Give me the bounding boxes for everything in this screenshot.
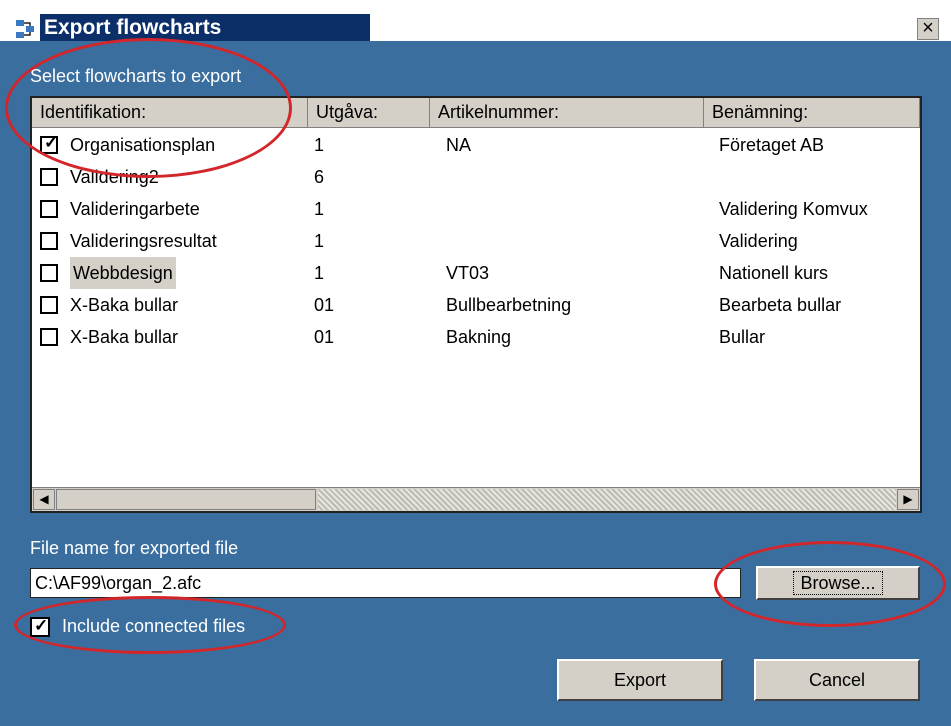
row-checkbox[interactable] — [40, 296, 58, 314]
cell-benamning: Validering Komvux — [719, 199, 868, 219]
scroll-right-icon[interactable]: ▶ — [897, 489, 919, 510]
row-checkbox[interactable] — [40, 264, 58, 282]
cell-identifikation: Webbdesign — [70, 257, 176, 289]
cell-benamning: Företaget AB — [719, 135, 825, 155]
cell-benamning: Bullar — [719, 327, 766, 347]
include-connected-checkbox[interactable]: ✓ — [30, 616, 50, 637]
export-dialog: Export flowcharts × Select flowcharts to… — [0, 0, 951, 726]
horizontal-scrollbar[interactable]: ◀ ▶ — [32, 487, 920, 511]
flowchart-list[interactable]: Identifikation: Utgåva: Artikelnummer: B… — [30, 96, 922, 513]
cell-identifikation: Organisationsplan — [70, 135, 216, 155]
browse-button[interactable]: Browse... — [756, 566, 920, 600]
cell-benamning: Nationell kurs — [719, 263, 829, 283]
title-bar: Export flowcharts × — [0, 0, 951, 41]
row-checkbox[interactable]: ✓ — [40, 133, 58, 154]
include-connected-label[interactable]: Include connected files — [62, 616, 245, 637]
cancel-button[interactable]: Cancel — [754, 659, 920, 701]
cell-benamning: Bearbeta bullar — [719, 295, 842, 315]
browse-label: Browse... — [793, 571, 883, 595]
cell-identifikation: Valideringarbete — [70, 199, 200, 219]
cell-utgava: 1 — [314, 231, 325, 251]
column-header-benamning[interactable]: Benämning: — [704, 98, 920, 128]
cell-utgava: 01 — [314, 295, 335, 315]
checkmark-icon: ✓ — [44, 133, 59, 152]
list-item[interactable]: Validering2 6 — [32, 161, 920, 193]
list-item[interactable]: Valideringsresultat 1 Validering — [32, 225, 920, 257]
cell-artikelnummer: VT03 — [446, 263, 490, 283]
cell-artikelnummer: Bullbearbetning — [446, 295, 572, 315]
cell-artikelnummer: Bakning — [446, 327, 512, 347]
column-header-artikelnummer[interactable]: Artikelnummer: — [430, 98, 704, 128]
cell-benamning: Validering — [719, 231, 798, 251]
row-checkbox[interactable] — [40, 168, 58, 186]
cell-utgava: 01 — [314, 327, 335, 347]
export-button[interactable]: Export — [557, 659, 723, 701]
window-title: Export flowcharts — [40, 14, 370, 41]
list-section-label: Select flowcharts to export — [30, 66, 242, 86]
list-item[interactable]: Webbdesign 1 VT03 Nationell kurs — [32, 257, 920, 289]
cell-identifikation: Valideringsresultat — [70, 231, 217, 251]
checkmark-icon: ✓ — [34, 616, 49, 635]
cell-utgava: 1 — [314, 199, 325, 219]
file-section-label: File name for exported file — [30, 538, 239, 558]
list-item[interactable]: X-Baka bullar 01 Bullbearbetning Bearbeta b… — [32, 289, 920, 321]
cell-utgava: 1 — [314, 263, 325, 283]
cell-artikelnummer: NA — [446, 135, 472, 155]
file-name-input[interactable] — [30, 568, 741, 598]
list-item[interactable]: ✓ Organisationsplan 1 NA Företaget AB — [32, 129, 920, 161]
cell-identifikation: Validering2 — [70, 167, 159, 187]
row-checkbox[interactable] — [40, 232, 58, 250]
cell-utgava: 1 — [314, 135, 325, 155]
list-item[interactable]: Valideringarbete 1 Validering Komvux — [32, 193, 920, 225]
list-item[interactable]: X-Baka bullar 01 Bakning Bullar — [32, 321, 920, 353]
cell-utgava: 6 — [314, 167, 325, 187]
scroll-track[interactable] — [318, 489, 896, 510]
scroll-thumb[interactable] — [56, 489, 316, 510]
cell-identifikation: X-Baka bullar — [70, 295, 179, 315]
column-header-utgava[interactable]: Utgåva: — [308, 98, 430, 128]
column-header-identifikation[interactable]: Identifikation: — [32, 98, 308, 128]
row-checkbox[interactable] — [40, 200, 58, 218]
cell-identifikation: X-Baka bullar — [70, 327, 179, 347]
close-icon[interactable]: × — [917, 18, 939, 40]
app-icon — [16, 20, 34, 38]
scroll-left-icon[interactable]: ◀ — [33, 489, 55, 510]
row-checkbox[interactable] — [40, 328, 58, 346]
